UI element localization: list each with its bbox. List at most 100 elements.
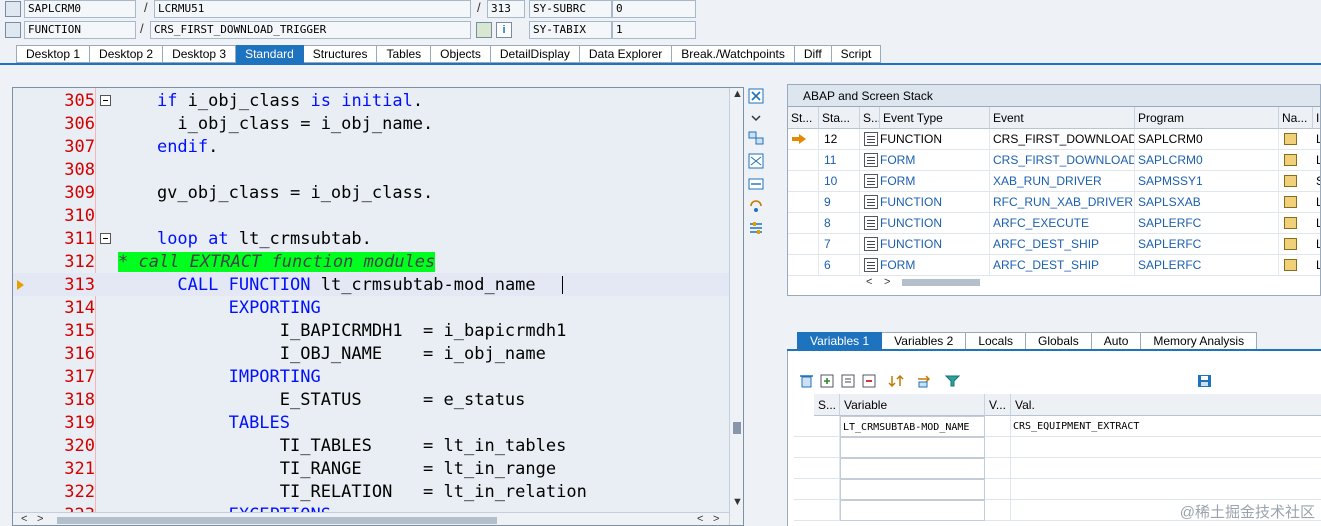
stack-row[interactable]: 12 FUNCTIONCRS_FIRST_DOWNLOAD_TRIGGERSAPL… xyxy=(788,129,1320,150)
variable-row[interactable]: LT_CRMSUBTAB-MOD_NAME CRS_EQUIPMENT_EXTRA… xyxy=(794,416,1321,437)
code-line[interactable]: 308 xyxy=(13,158,729,181)
stack-horizontal-scrollbar[interactable]: < > xyxy=(862,276,1320,290)
stack-row[interactable]: 10 FORMXAB_RUN_DRIVERSAPMSSY1 S xyxy=(788,171,1320,192)
stack-level[interactable]: 6 xyxy=(819,255,860,276)
stack-col-include[interactable]: In xyxy=(1313,107,1320,129)
stack-type[interactable]: FUNCTION xyxy=(880,192,990,213)
line-number[interactable]: 312 xyxy=(31,252,95,272)
tab-locals[interactable]: Locals xyxy=(966,332,1026,350)
code-line[interactable]: 307 endif. xyxy=(13,135,729,158)
variable-name[interactable] xyxy=(840,479,985,500)
program-field[interactable]: SAPLCRM0 xyxy=(24,0,136,18)
navigate-source-icon[interactable] xyxy=(1284,196,1297,208)
stack-program[interactable]: SAPLERFC xyxy=(1135,255,1279,276)
stack-program[interactable]: SAPMSSY1 xyxy=(1135,171,1279,192)
scroll-up-icon[interactable]: ▲ xyxy=(732,88,743,101)
stack-program[interactable]: SAPLCRM0 xyxy=(1135,129,1279,150)
line-number[interactable]: 321 xyxy=(31,459,95,479)
tab-desktop-3[interactable]: Desktop 3 xyxy=(163,45,237,63)
code-line[interactable]: 319 TABLES xyxy=(13,411,729,434)
code-line[interactable]: 316 I_OBJ_NAME = i_obj_name xyxy=(13,342,729,365)
code-line[interactable]: 305 if i_obj_class is initial. xyxy=(13,89,729,112)
stack-col-program[interactable]: Program xyxy=(1135,107,1279,129)
tab-objects[interactable]: Objects xyxy=(431,45,491,63)
line-number[interactable]: 310 xyxy=(31,206,95,226)
stack-level[interactable]: 9 xyxy=(819,192,860,213)
include-field[interactable]: LCRMU51 xyxy=(154,0,471,18)
close-window-icon[interactable] xyxy=(747,88,765,104)
line-number[interactable]: 307 xyxy=(31,137,95,157)
variable-row[interactable] xyxy=(794,437,1321,458)
stack-row[interactable]: 7 FUNCTIONARFC_DEST_SHIPSAPLERFC LE xyxy=(788,234,1320,255)
stack-col-level[interactable]: Sta... xyxy=(819,107,860,129)
tab-standard[interactable]: Standard xyxy=(236,45,304,63)
code-line[interactable]: 314 EXPORTING xyxy=(13,296,729,319)
scroll-left-icon[interactable]: < xyxy=(697,513,703,525)
stack-event[interactable]: RFC_RUN_XAB_DRIVER xyxy=(990,192,1135,213)
save-icon[interactable] xyxy=(1196,373,1213,389)
var-col-status[interactable]: S... xyxy=(814,394,840,416)
scroll-down-icon[interactable]: ▼ xyxy=(732,496,743,509)
stack-level[interactable]: 12 xyxy=(819,129,860,150)
chevron-down-icon[interactable] xyxy=(747,110,765,126)
scroll-left-icon[interactable]: < xyxy=(21,513,27,525)
code-line[interactable]: 312 * call EXTRACT function modules xyxy=(13,250,729,273)
var-col-v[interactable]: V... xyxy=(985,394,1011,416)
tab-break-watchpoints[interactable]: Break./Watchpoints xyxy=(672,45,795,63)
var-col-value[interactable]: Val. xyxy=(1011,394,1321,416)
filter-icon[interactable] xyxy=(944,373,961,389)
stack-program[interactable]: SAPLSXAB xyxy=(1135,192,1279,213)
line-number[interactable]: 306 xyxy=(31,114,95,134)
line-number[interactable]: 313 xyxy=(31,275,95,295)
navigate-source-icon[interactable] xyxy=(1284,133,1297,145)
line-number[interactable]: 316 xyxy=(31,344,95,364)
line-number[interactable]: 322 xyxy=(31,482,95,502)
tab-diff[interactable]: Diff xyxy=(794,45,832,63)
sysfield-name-2[interactable]: SY-TABIX xyxy=(529,21,612,39)
line-number[interactable]: 317 xyxy=(31,367,95,387)
settings-icon[interactable] xyxy=(747,220,765,236)
line-number[interactable]: 305 xyxy=(31,91,95,111)
sync-icon[interactable] xyxy=(747,198,765,214)
line-number[interactable]: 311 xyxy=(31,229,95,249)
tab-tables[interactable]: Tables xyxy=(377,45,432,63)
variable-row[interactable] xyxy=(794,479,1321,500)
variable-name[interactable]: LT_CRMSUBTAB-MOD_NAME xyxy=(840,416,985,437)
code-line[interactable]: 320 TI_TABLES = lt_in_tables xyxy=(13,434,729,457)
stack-col-event[interactable]: Event xyxy=(990,107,1135,129)
code-line[interactable]: 315 I_BAPICRMDH1 = i_bapicrmdh1 xyxy=(13,319,729,342)
sysfield-value-1[interactable]: 0 xyxy=(612,0,696,18)
editor-horizontal-scrollbar[interactable]: < > < > xyxy=(13,512,729,525)
scroll-left-icon[interactable]: < xyxy=(866,276,872,289)
editor-vertical-thumb[interactable] xyxy=(733,422,741,434)
code-line[interactable]: 322 TI_RELATION = lt_in_relation xyxy=(13,480,729,503)
stack-col-s[interactable]: S... xyxy=(860,107,880,129)
code-line[interactable]: 313 CALL FUNCTION lt_crmsubtab-mod_name xyxy=(13,273,729,296)
transfer-icon[interactable] xyxy=(916,373,933,389)
code-line[interactable]: 321 TI_RANGE = lt_in_range xyxy=(13,457,729,480)
tab-memory-analysis[interactable]: Memory Analysis xyxy=(1141,332,1258,350)
stack-event[interactable]: ARFC_EXECUTE xyxy=(990,213,1135,234)
stack-type[interactable]: FORM xyxy=(880,255,990,276)
line-number[interactable]: 309 xyxy=(31,183,95,203)
tab-desktop-2[interactable]: Desktop 2 xyxy=(90,45,164,63)
stack-type[interactable]: FUNCTION xyxy=(880,129,990,150)
navigate-source-icon[interactable] xyxy=(1284,217,1297,229)
stack-row[interactable]: 8 FUNCTIONARFC_EXECUTESAPLERFC LE xyxy=(788,213,1320,234)
tab-script[interactable]: Script xyxy=(831,45,882,63)
info-icon[interactable]: i xyxy=(496,22,512,38)
sysfield-name-1[interactable]: SY-SUBRC xyxy=(529,0,612,18)
navigate-source-icon[interactable] xyxy=(1284,259,1297,271)
event-name-field[interactable]: CRS_FIRST_DOWNLOAD_TRIGGER xyxy=(150,21,471,39)
tab-detaildisplay[interactable]: DetailDisplay xyxy=(490,45,580,63)
stack-horizontal-thumb[interactable] xyxy=(902,279,980,286)
variable-name[interactable] xyxy=(840,458,985,479)
remove-variable-icon[interactable] xyxy=(861,373,878,389)
add-variable-icon[interactable] xyxy=(819,373,836,389)
stack-col-event-type[interactable]: Event Type xyxy=(880,107,990,129)
line-number[interactable]: 314 xyxy=(31,298,95,318)
sort-icon[interactable] xyxy=(888,373,905,389)
line-number[interactable]: 320 xyxy=(31,436,95,456)
swap-layout-icon[interactable] xyxy=(747,130,765,146)
stack-program[interactable]: SAPLERFC xyxy=(1135,234,1279,255)
